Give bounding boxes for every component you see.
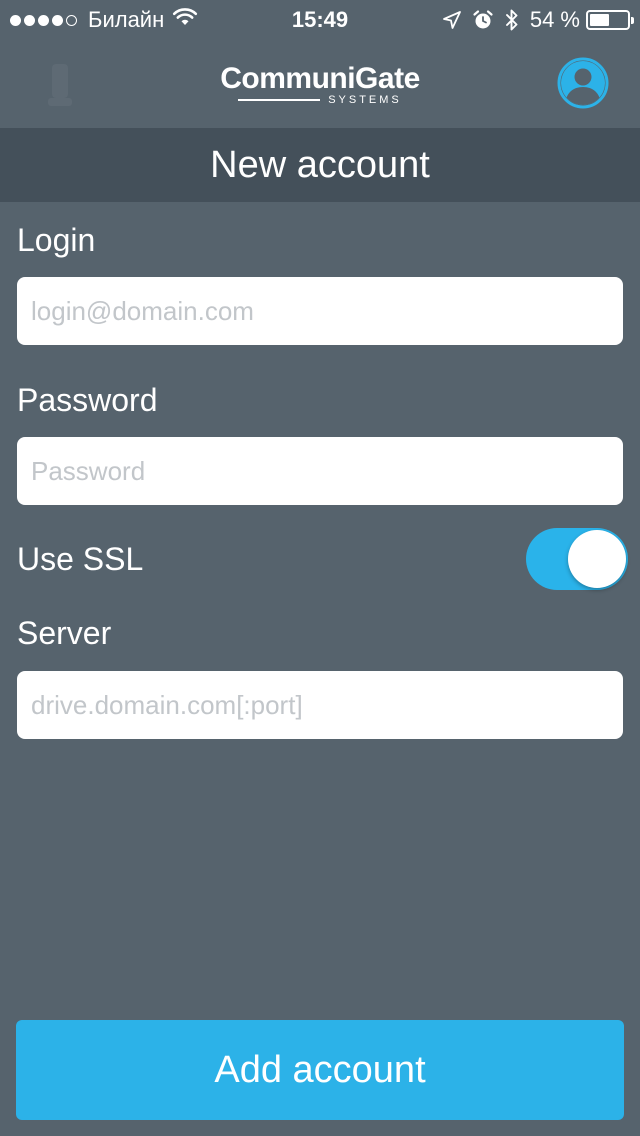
logo-sub-text: SYSTEMS: [328, 94, 402, 106]
title-bar: New account: [0, 128, 640, 202]
user-avatar-icon: [557, 57, 609, 109]
status-bar: Билайн 15:49 54 %: [0, 0, 640, 40]
ssl-toggle-knob: [568, 530, 626, 588]
login-input[interactable]: [17, 277, 623, 345]
server-input[interactable]: [17, 671, 623, 739]
profile-button[interactable]: [557, 57, 609, 109]
status-right: 54 %: [432, 6, 634, 34]
password-label: Password: [17, 382, 158, 418]
server-label: Server: [17, 615, 112, 651]
ssl-label: Use SSL: [17, 541, 144, 577]
battery-icon: [586, 10, 634, 30]
battery-percent: 54 %: [529, 7, 580, 32]
communigate-logo: CommuniGate SYSTEMS: [0, 62, 640, 106]
nav-bar: CommuniGate SYSTEMS: [0, 40, 640, 128]
ssl-toggle[interactable]: [526, 528, 628, 590]
password-input[interactable]: [17, 437, 623, 505]
page-title: New account: [210, 144, 430, 186]
login-label: Login: [17, 222, 96, 258]
battery-level-fill: [590, 14, 610, 26]
logo-divider: [238, 99, 321, 101]
bluetooth-icon: [504, 8, 520, 32]
location-arrow-icon: [442, 10, 462, 30]
logo-main-text: CommuniGate: [220, 62, 420, 95]
alarm-clock-icon: [472, 9, 494, 31]
add-account-button[interactable]: Add account: [16, 1020, 624, 1120]
